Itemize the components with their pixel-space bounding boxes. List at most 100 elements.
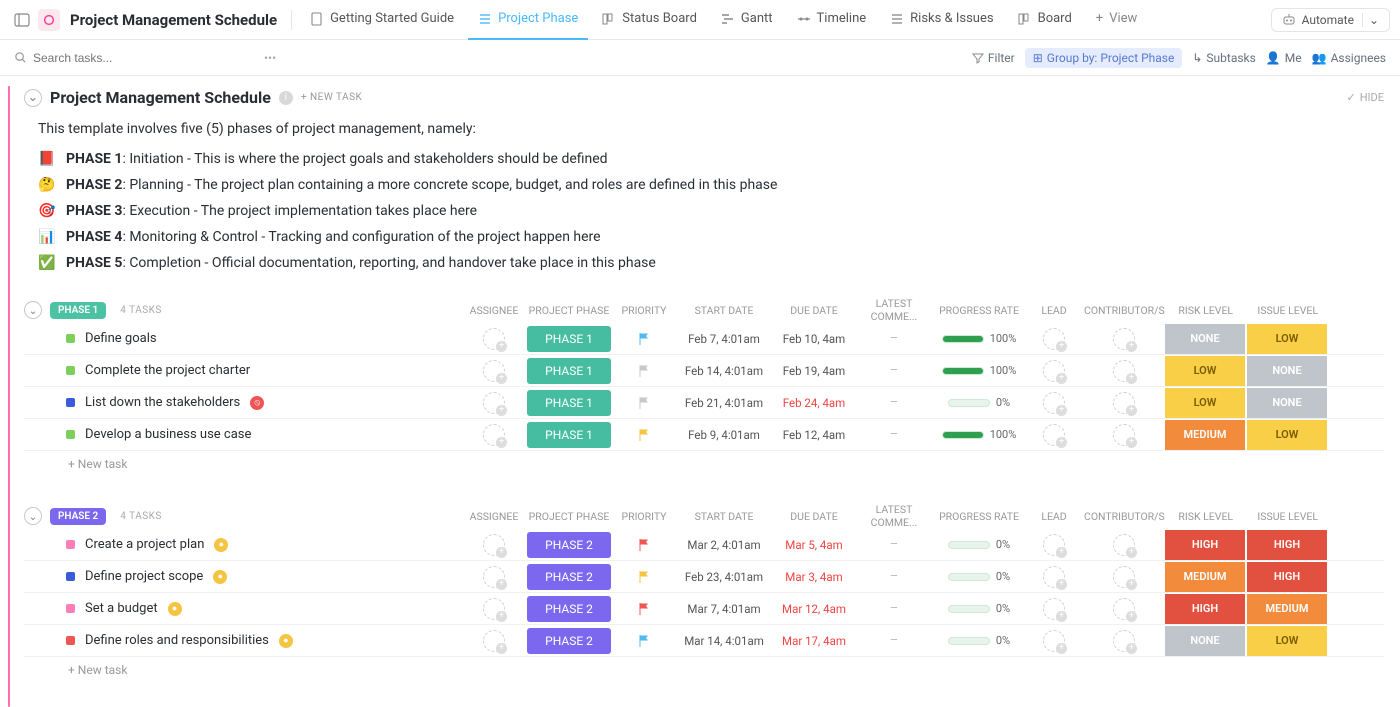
risk-level-cell[interactable]: NONE bbox=[1164, 324, 1246, 354]
col-contributors[interactable]: CONTRIBUTOR/S bbox=[1084, 304, 1165, 317]
col-lead[interactable]: LEAD bbox=[1024, 510, 1084, 523]
col-issue-level[interactable]: ISSUE LEVEL bbox=[1247, 510, 1329, 523]
group-by-pill[interactable]: ⊞ Group by: Project Phase bbox=[1025, 48, 1183, 68]
due-date-cell[interactable]: Mar 5, 4am bbox=[774, 538, 854, 552]
col-project-phase[interactable]: PROJECT PHASE bbox=[524, 304, 614, 317]
group-badge[interactable]: PHASE 1 bbox=[50, 302, 106, 319]
latest-comment-cell[interactable]: – bbox=[854, 569, 934, 584]
tab-board[interactable]: Board bbox=[1008, 0, 1082, 40]
latest-comment-cell[interactable]: – bbox=[854, 363, 934, 378]
assignees-button[interactable]: 👥 Assignees bbox=[1312, 51, 1386, 65]
start-date-cell[interactable]: Feb 14, 4:01am bbox=[674, 364, 774, 378]
latest-comment-cell[interactable]: – bbox=[854, 331, 934, 346]
risk-level-cell[interactable]: HIGH bbox=[1164, 530, 1246, 560]
issue-level-cell[interactable]: LOW bbox=[1246, 324, 1328, 354]
priority-cell[interactable] bbox=[614, 428, 674, 442]
col-due-date[interactable]: DUE DATE bbox=[774, 304, 854, 317]
col-contributors[interactable]: CONTRIBUTOR/S bbox=[1084, 510, 1165, 523]
contributors-cell[interactable] bbox=[1084, 360, 1164, 382]
issue-level-cell[interactable]: NONE bbox=[1246, 356, 1328, 386]
phase-cell[interactable]: PHASE 2 bbox=[524, 564, 614, 590]
start-date-cell[interactable]: Mar 2, 4:01am bbox=[674, 538, 774, 552]
col-lead[interactable]: LEAD bbox=[1024, 304, 1084, 317]
priority-cell[interactable] bbox=[614, 396, 674, 410]
due-date-cell[interactable]: Feb 10, 4am bbox=[774, 332, 854, 346]
progress-cell[interactable]: 0% bbox=[934, 570, 1024, 583]
risk-level-cell[interactable]: MEDIUM bbox=[1164, 420, 1246, 450]
col-latest-comment[interactable]: LATEST COMME... bbox=[854, 297, 934, 323]
risk-level-cell[interactable]: LOW bbox=[1164, 388, 1246, 418]
assignee-cell[interactable] bbox=[464, 566, 524, 588]
progress-cell[interactable]: 0% bbox=[934, 602, 1024, 615]
col-due-date[interactable]: DUE DATE bbox=[774, 510, 854, 523]
start-date-cell[interactable]: Feb 21, 4:01am bbox=[674, 396, 774, 410]
col-progress-rate[interactable]: PROGRESS RATE bbox=[934, 510, 1024, 523]
priority-cell[interactable] bbox=[614, 570, 674, 584]
assignee-cell[interactable] bbox=[464, 328, 524, 350]
priority-cell[interactable] bbox=[614, 538, 674, 552]
contributors-cell[interactable] bbox=[1084, 328, 1164, 350]
task-row[interactable]: Define goalsPHASE 1Feb 7, 4:01amFeb 10, … bbox=[24, 323, 1384, 355]
tab-timeline[interactable]: Timeline bbox=[787, 0, 877, 40]
phase-cell[interactable]: PHASE 2 bbox=[524, 628, 614, 654]
task-name-cell[interactable]: List down the stakeholders⦸ bbox=[24, 395, 464, 410]
col-risk-level[interactable]: RISK LEVEL bbox=[1165, 304, 1247, 317]
task-row[interactable]: Complete the project charterPHASE 1Feb 1… bbox=[24, 355, 1384, 387]
issue-level-cell[interactable]: LOW bbox=[1246, 626, 1328, 656]
start-date-cell[interactable]: Feb 9, 4:01am bbox=[674, 428, 774, 442]
risk-level-cell[interactable]: LOW bbox=[1164, 356, 1246, 386]
lead-cell[interactable] bbox=[1024, 630, 1084, 652]
collapse-all-icon[interactable]: ⌄ bbox=[24, 89, 42, 107]
contributors-cell[interactable] bbox=[1084, 424, 1164, 446]
info-icon[interactable]: i bbox=[279, 91, 293, 105]
task-name-cell[interactable]: Develop a business use case bbox=[24, 427, 464, 442]
risk-level-cell[interactable]: HIGH bbox=[1164, 594, 1246, 624]
col-risk-level[interactable]: RISK LEVEL bbox=[1165, 510, 1247, 523]
col-priority[interactable]: PRIORITY bbox=[614, 510, 674, 523]
progress-cell[interactable]: 0% bbox=[934, 634, 1024, 647]
task-name-cell[interactable]: Define project scope● bbox=[24, 569, 464, 584]
issue-level-cell[interactable]: HIGH bbox=[1246, 562, 1328, 592]
contributors-cell[interactable] bbox=[1084, 630, 1164, 652]
hide-button[interactable]: ✓ HIDE bbox=[1346, 91, 1384, 104]
phase-cell[interactable]: PHASE 1 bbox=[524, 358, 614, 384]
task-row[interactable]: Define roles and responsibilities●PHASE … bbox=[24, 625, 1384, 657]
lead-cell[interactable] bbox=[1024, 360, 1084, 382]
latest-comment-cell[interactable]: – bbox=[854, 395, 934, 410]
phase-cell[interactable]: PHASE 1 bbox=[524, 422, 614, 448]
issue-level-cell[interactable]: LOW bbox=[1246, 420, 1328, 450]
lead-cell[interactable] bbox=[1024, 392, 1084, 414]
tab-gantt[interactable]: Gantt bbox=[711, 0, 783, 40]
latest-comment-cell[interactable]: – bbox=[854, 633, 934, 648]
assignee-cell[interactable] bbox=[464, 630, 524, 652]
latest-comment-cell[interactable]: – bbox=[854, 601, 934, 616]
due-date-cell[interactable]: Mar 3, 4am bbox=[774, 570, 854, 584]
assignee-cell[interactable] bbox=[464, 534, 524, 556]
contributors-cell[interactable] bbox=[1084, 392, 1164, 414]
new-task-button[interactable]: + New task bbox=[24, 451, 1384, 477]
subtasks-button[interactable]: ↳ Subtasks bbox=[1192, 51, 1255, 65]
contributors-cell[interactable] bbox=[1084, 534, 1164, 556]
assignee-cell[interactable] bbox=[464, 392, 524, 414]
task-row[interactable]: List down the stakeholders⦸PHASE 1Feb 21… bbox=[24, 387, 1384, 419]
task-row[interactable]: Create a project plan●PHASE 2Mar 2, 4:01… bbox=[24, 529, 1384, 561]
tab-status-board[interactable]: Status Board bbox=[592, 0, 707, 40]
task-row[interactable]: Define project scope●PHASE 2Feb 23, 4:01… bbox=[24, 561, 1384, 593]
due-date-cell[interactable]: Feb 19, 4am bbox=[774, 364, 854, 378]
latest-comment-cell[interactable]: – bbox=[854, 427, 934, 442]
phase-cell[interactable]: PHASE 2 bbox=[524, 596, 614, 622]
col-start-date[interactable]: START DATE bbox=[674, 304, 774, 317]
phase-cell[interactable]: PHASE 1 bbox=[524, 326, 614, 352]
tab-risks-issues[interactable]: Risks & Issues bbox=[880, 0, 1003, 40]
start-date-cell[interactable]: Mar 14, 4:01am bbox=[674, 634, 774, 648]
priority-cell[interactable] bbox=[614, 602, 674, 616]
col-progress-rate[interactable]: PROGRESS RATE bbox=[934, 304, 1024, 317]
start-date-cell[interactable]: Feb 7, 4:01am bbox=[674, 332, 774, 346]
col-latest-comment[interactable]: LATEST COMME... bbox=[854, 503, 934, 529]
chevron-down-icon[interactable]: ⌄ bbox=[1362, 13, 1379, 27]
group-collapse-icon[interactable]: ⌄ bbox=[24, 301, 42, 319]
search-input[interactable] bbox=[33, 51, 233, 65]
due-date-cell[interactable]: Feb 12, 4am bbox=[774, 428, 854, 442]
col-issue-level[interactable]: ISSUE LEVEL bbox=[1247, 304, 1329, 317]
issue-level-cell[interactable]: HIGH bbox=[1246, 530, 1328, 560]
